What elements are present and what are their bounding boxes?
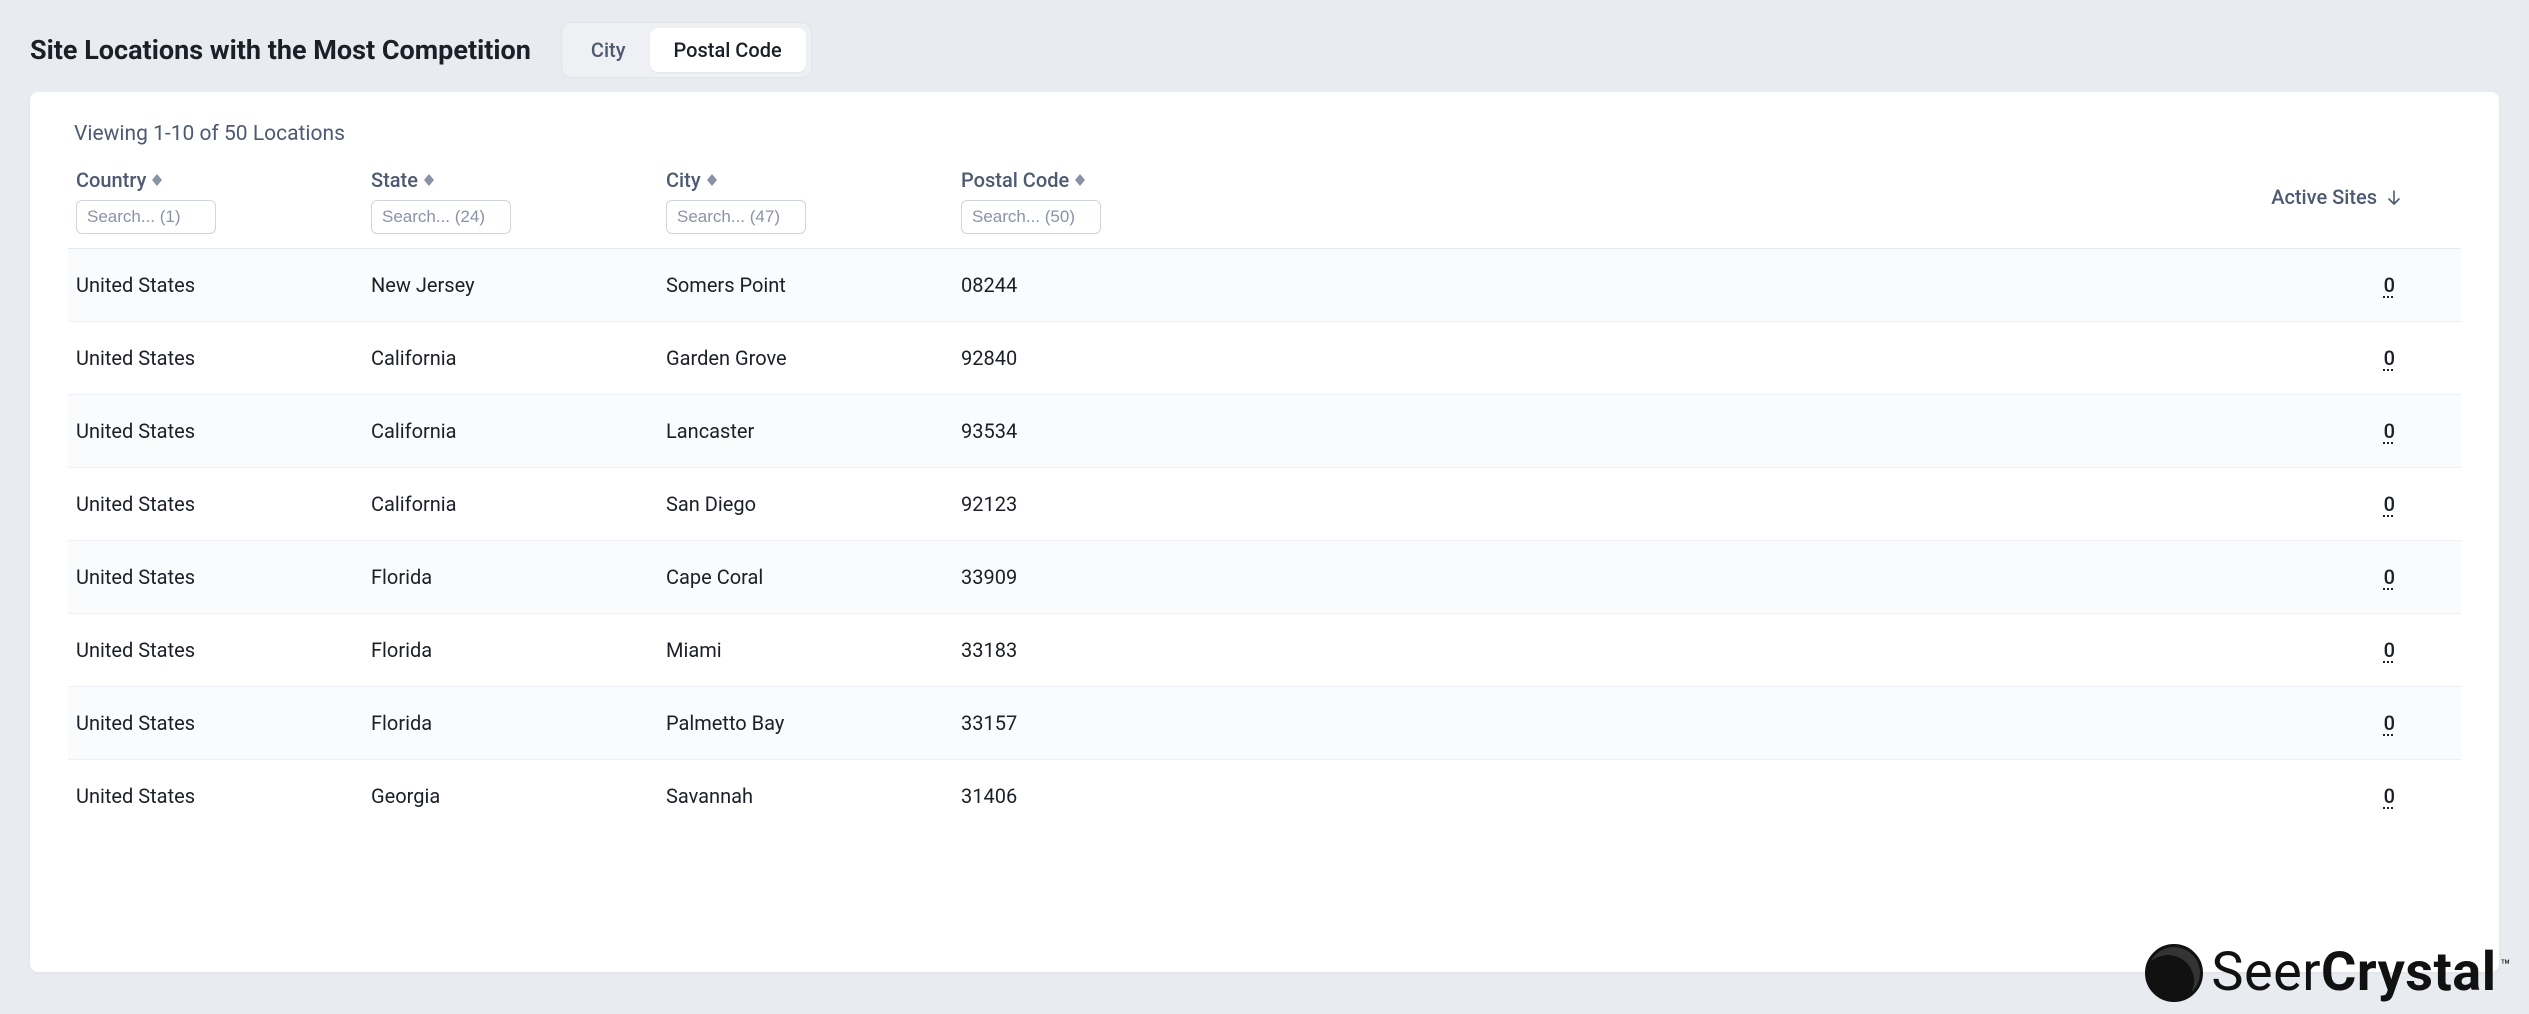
active-sites-link[interactable]: 0: [2384, 419, 2395, 443]
cell-city: Savannah: [658, 760, 953, 833]
col-header-postal: Postal Code: [953, 164, 1333, 249]
cell-city: Miami: [658, 614, 953, 687]
active-sites-link[interactable]: 0: [2384, 346, 2395, 370]
search-postal-input[interactable]: [961, 200, 1101, 234]
active-sites-link[interactable]: 0: [2384, 784, 2395, 808]
table-row: United StatesNew JerseySomers Point08244…: [68, 249, 2461, 322]
cell-state: Florida: [363, 687, 658, 760]
active-sites-link[interactable]: 0: [2384, 273, 2395, 297]
locations-card: Viewing 1-10 of 50 Locations Country: [30, 92, 2499, 972]
active-sites-link[interactable]: 0: [2384, 492, 2395, 516]
search-country-input[interactable]: [76, 200, 216, 234]
cell-state: California: [363, 468, 658, 541]
cell-country: United States: [68, 322, 363, 395]
sort-icon: [707, 174, 717, 186]
cell-country: United States: [68, 687, 363, 760]
active-sites-link[interactable]: 0: [2384, 638, 2395, 662]
arrow-down-icon: [2383, 185, 2401, 209]
cell-active-sites: 0: [1333, 322, 2461, 395]
active-sites-link[interactable]: 0: [2384, 711, 2395, 735]
cell-postal: 93534: [953, 395, 1333, 468]
tab-group: City Postal Code: [561, 22, 812, 78]
cell-country: United States: [68, 395, 363, 468]
sort-country[interactable]: Country: [76, 168, 162, 192]
col-label: Country: [76, 168, 146, 192]
col-label: Postal Code: [961, 168, 1069, 192]
cell-state: California: [363, 322, 658, 395]
cell-country: United States: [68, 541, 363, 614]
sort-postal[interactable]: Postal Code: [961, 168, 1085, 192]
cell-active-sites: 0: [1333, 249, 2461, 322]
col-label: Active Sites: [2271, 185, 2377, 209]
col-header-country: Country: [68, 164, 363, 249]
tab-city[interactable]: City: [567, 28, 650, 72]
viewing-summary: Viewing 1-10 of 50 Locations: [68, 122, 2461, 146]
cell-active-sites: 0: [1333, 395, 2461, 468]
cell-city: San Diego: [658, 468, 953, 541]
col-header-active-sites: Active Sites: [1333, 164, 2461, 249]
cell-city: Garden Grove: [658, 322, 953, 395]
sort-state[interactable]: State: [371, 168, 434, 192]
cell-state: Georgia: [363, 760, 658, 833]
cell-postal: 33909: [953, 541, 1333, 614]
col-label: City: [666, 168, 701, 192]
col-label: State: [371, 168, 418, 192]
active-sites-link[interactable]: 0: [2384, 565, 2395, 589]
cell-active-sites: 0: [1333, 614, 2461, 687]
cell-country: United States: [68, 760, 363, 833]
table-row: United StatesFloridaCape Coral33909 0: [68, 541, 2461, 614]
locations-table: Country State: [68, 164, 2461, 832]
cell-state: Florida: [363, 614, 658, 687]
sort-active-sites[interactable]: Active Sites: [2271, 185, 2401, 209]
search-state-input[interactable]: [371, 200, 511, 234]
trademark-symbol: ™: [2500, 956, 2511, 975]
col-header-state: State: [363, 164, 658, 249]
table-row: United StatesCaliforniaGarden Grove92840…: [68, 322, 2461, 395]
cell-postal: 08244: [953, 249, 1333, 322]
cell-city: Palmetto Bay: [658, 687, 953, 760]
cell-state: Florida: [363, 541, 658, 614]
cell-postal: 31406: [953, 760, 1333, 833]
cell-active-sites: 0: [1333, 760, 2461, 833]
table-row: United StatesFloridaMiami33183 0: [68, 614, 2461, 687]
cell-active-sites: 0: [1333, 468, 2461, 541]
cell-postal: 33157: [953, 687, 1333, 760]
cell-active-sites: 0: [1333, 687, 2461, 760]
sort-icon: [152, 174, 162, 186]
cell-country: United States: [68, 468, 363, 541]
tab-postal-code[interactable]: Postal Code: [650, 28, 806, 72]
cell-city: Cape Coral: [658, 541, 953, 614]
search-city-input[interactable]: [666, 200, 806, 234]
cell-country: United States: [68, 614, 363, 687]
cell-city: Lancaster: [658, 395, 953, 468]
table-row: United StatesGeorgiaSavannah31406 0: [68, 760, 2461, 833]
cell-postal: 33183: [953, 614, 1333, 687]
cell-postal: 92840: [953, 322, 1333, 395]
sort-icon: [1075, 174, 1085, 186]
header-row: Site Locations with the Most Competition…: [0, 0, 2529, 92]
cell-city: Somers Point: [658, 249, 953, 322]
col-header-city: City: [658, 164, 953, 249]
cell-state: California: [363, 395, 658, 468]
page-title: Site Locations with the Most Competition: [30, 34, 531, 66]
sort-icon: [424, 174, 434, 186]
table-row: United StatesFloridaPalmetto Bay33157 0: [68, 687, 2461, 760]
table-row: United StatesCaliforniaLancaster93534 0: [68, 395, 2461, 468]
table-row: United StatesCaliforniaSan Diego92123 0: [68, 468, 2461, 541]
cell-country: United States: [68, 249, 363, 322]
cell-postal: 92123: [953, 468, 1333, 541]
cell-active-sites: 0: [1333, 541, 2461, 614]
cell-state: New Jersey: [363, 249, 658, 322]
sort-city[interactable]: City: [666, 168, 717, 192]
